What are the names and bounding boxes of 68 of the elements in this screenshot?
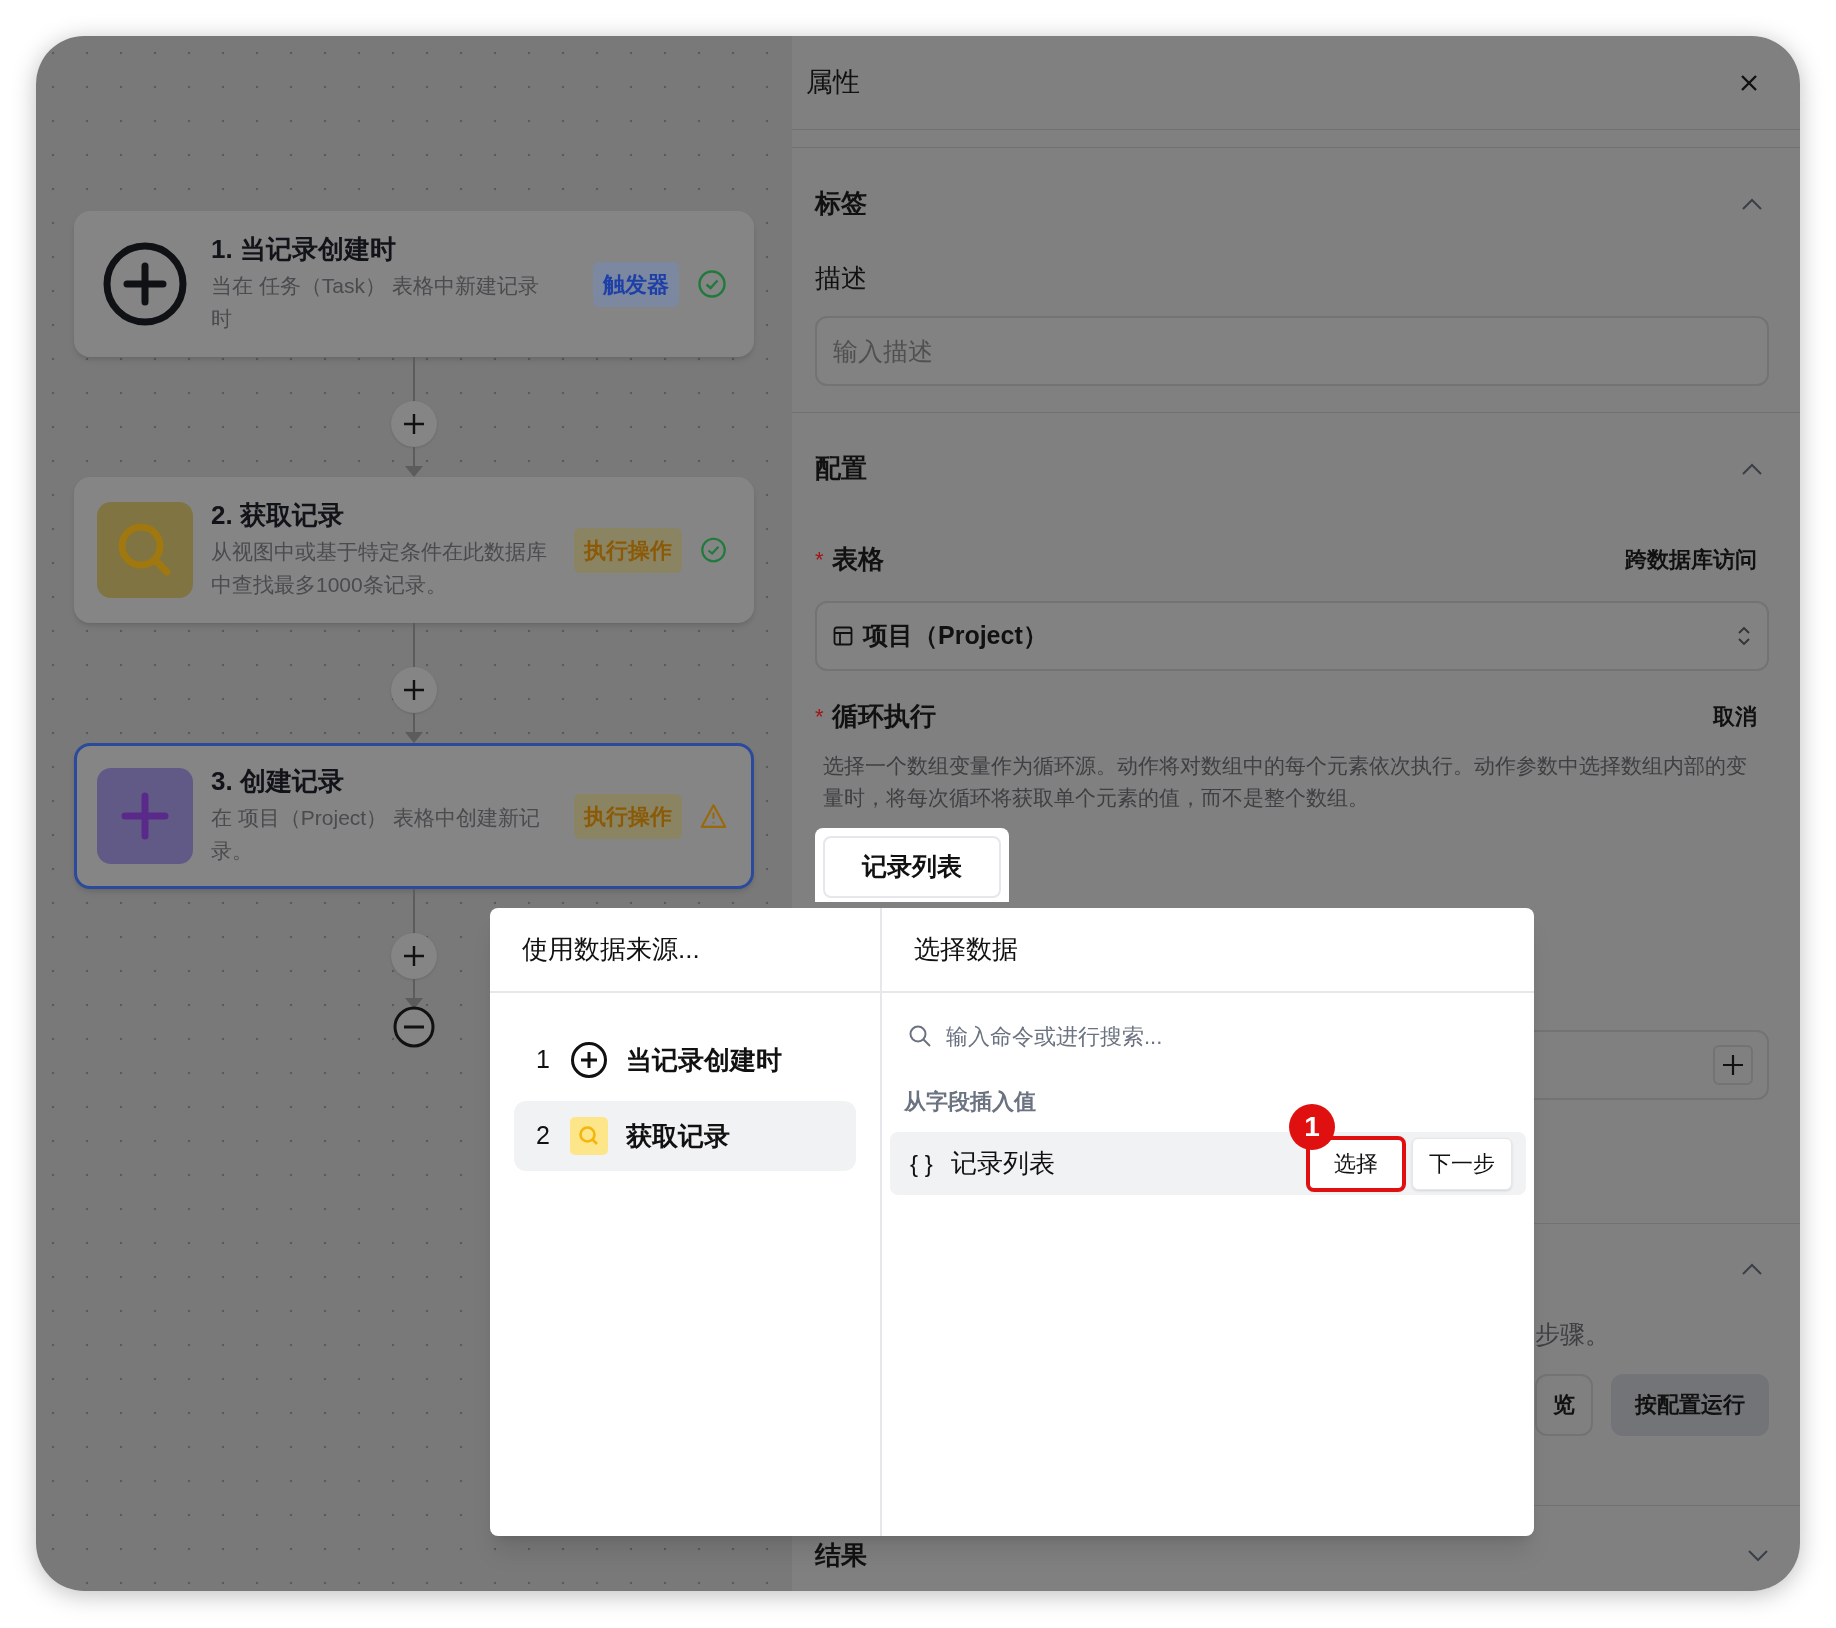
step-title: 2. 获取记录 [211,498,345,532]
magnifier-icon [97,502,193,598]
step-type-badge: 触发器 [593,261,679,307]
chevron-down-icon[interactable] [1747,1548,1769,1563]
source-item[interactable]: 2 获取记录 [514,1101,856,1171]
plus-icon [403,945,425,967]
add-step-button[interactable] [391,401,437,447]
plus-icon [403,413,425,435]
search-input[interactable]: 输入命令或进行搜索... [946,1019,1534,1053]
group-label: 从字段插入值 [903,1088,1037,1116]
search-icon [908,1024,932,1048]
chevron-up-icon[interactable] [1741,1262,1763,1276]
chevron-up-icon[interactable] [1741,461,1763,476]
cross-database-link[interactable]: 跨数据库访问 [1625,543,1757,576]
panel-title: 属性 [806,66,860,100]
record-list-tab[interactable]: 记录列表 [823,836,1001,898]
table-select[interactable]: 项目（Project） [815,601,1769,671]
minus-circle-icon[interactable] [392,1005,436,1049]
plus-icon [403,679,425,701]
step-type-badge: 执行操作 [574,527,682,573]
step-title: 3. 创建记录 [211,764,345,798]
plus-icon [1722,1054,1744,1076]
arrow-icon [404,447,424,477]
field-label: 循环执行 [831,700,936,733]
step-type-badge: 执行操作 [574,793,682,839]
plus-circle-icon [101,240,189,328]
step-card[interactable]: 1. 当记录创建时 当在 任务（Task） 表格中新建记录时 触发器 [74,211,754,357]
field-label: 描述 [815,262,868,295]
add-step-button[interactable] [391,667,437,713]
step-card[interactable]: 2. 获取记录 从视图中或基于特定条件在此数据库中查找最多1000条记录。 执行操作 [74,477,754,623]
step-title: 1. 当记录创建时 [211,232,397,266]
step-number: 1 [536,1044,551,1076]
section-title: 结果 [815,1539,867,1572]
arrow-icon [404,713,424,743]
plus-icon [97,768,193,864]
run-config-button[interactable]: 按配置运行 [1611,1373,1769,1436]
close-icon[interactable] [1740,73,1758,92]
step-description: 在 项目（Project） 表格中创建新记录。 [211,805,542,865]
section-title: 配置 [815,452,867,485]
run-hint-text: 步骤。 [1535,1319,1611,1350]
loop-help-text: 选择一个数组变量作为循环源。动作将对数组中的每个元素依次执行。动作参数中选择数组内部的变量时，将每次循环将获取单个元素的值，而不是整个数组。 [822,753,1748,811]
next-step-button[interactable]: 下一步 [1412,1137,1512,1190]
plus-circle-icon [570,1041,608,1079]
braces-symbol: { } [910,1148,933,1179]
add-step-button[interactable] [391,933,437,979]
arrow-icon [404,979,424,1009]
step-description: 当在 任务（Task） 表格中新建记录时 [211,273,540,333]
magnifier-icon [570,1117,608,1155]
chevron-up-icon[interactable] [1741,196,1763,211]
callout-badge: 1 [1289,1104,1335,1150]
column-header: 使用数据来源... [522,933,700,966]
source-item[interactable]: 1 当记录创建时 [514,1025,856,1095]
source-label: 获取记录 [626,1119,730,1153]
table-icon [833,626,853,646]
cancel-link[interactable]: 取消 [1713,700,1757,733]
step-card[interactable]: 3. 创建记录 在 项目（Project） 表格中创建新记录。 执行操作 [74,743,754,889]
required-mark: * [815,703,824,731]
up-down-chevron-icon [1737,625,1751,647]
column-header: 选择数据 [914,933,1018,966]
field-label: 记录列表 [950,1147,1056,1180]
section-title: 标签 [815,187,867,220]
step-description: 从视图中或基于特定条件在此数据库中查找最多1000条记录。 [211,539,548,599]
step-number: 2 [536,1120,551,1152]
select-button[interactable]: 选择 [1308,1137,1404,1190]
source-label: 当记录创建时 [626,1043,782,1077]
field-label: 表格 [831,543,884,576]
add-button[interactable] [1713,1045,1753,1085]
required-mark: * [815,546,824,574]
